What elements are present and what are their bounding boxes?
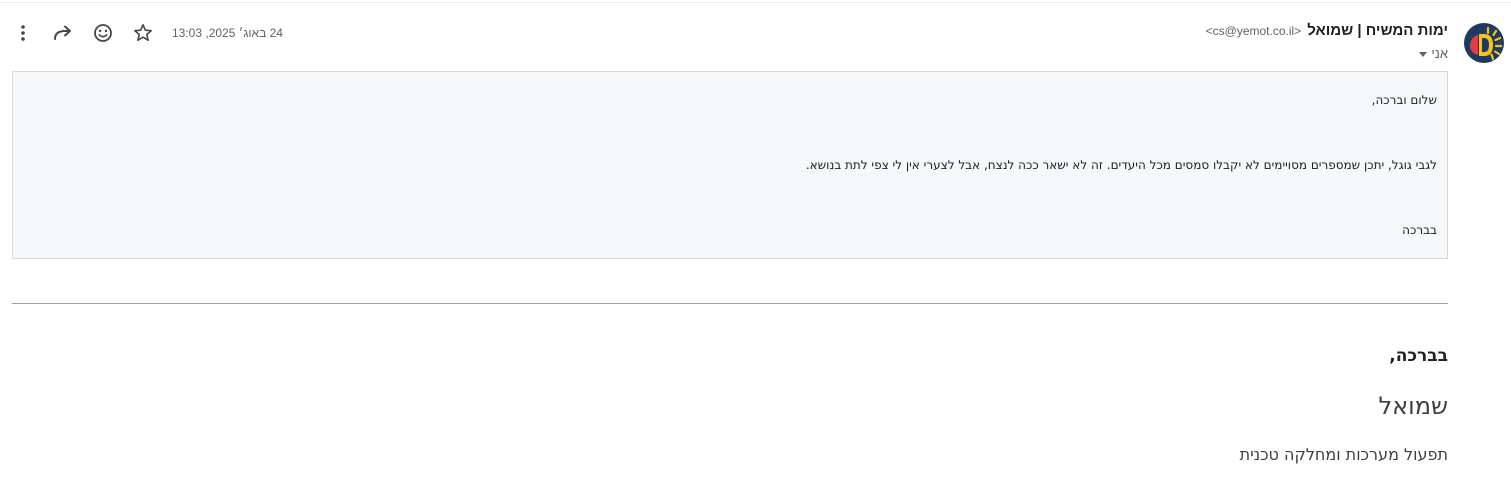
quote-body: לגבי גוגל, יתכן שמספרים מסויימים לא יקבל… (805, 158, 1437, 172)
sender-name: ימות המשיח | שמואל (1307, 22, 1448, 39)
quote-greeting: שלום וברכה, (1371, 93, 1437, 107)
sender-line: ימות המשיח | שמואל <cs@yemot.co.il> (1206, 22, 1448, 44)
top-divider (0, 2, 1511, 3)
email-message-view: 24 באוג׳ 2025, 13:03 ימות המשיח | שמואל … (0, 0, 1511, 484)
message-date: 24 באוג׳ 2025, 13:03 (172, 26, 283, 40)
forward-button[interactable] (48, 18, 78, 48)
sender-email: <cs@yemot.co.il> (1205, 24, 1302, 38)
signature-closing: בברכה, (1389, 346, 1448, 366)
avatar[interactable] (1464, 23, 1504, 63)
signature-title: תפעול מערכות ומחלקה טכנית (1239, 445, 1448, 464)
forward-icon (52, 22, 74, 44)
emoji-icon (92, 22, 114, 44)
quote-closing: בברכה (1402, 223, 1437, 237)
more-vert-icon (13, 23, 33, 43)
more-options-button[interactable] (8, 18, 38, 48)
quoted-message: שלום וברכה, לגבי גוגל, יתכן שמספרים מסוי… (12, 71, 1448, 259)
star-button[interactable] (128, 18, 158, 48)
signature-divider (12, 303, 1448, 304)
signature-name: שמואל (1378, 392, 1448, 420)
add-reaction-button[interactable] (88, 18, 118, 48)
message-toolbar: 24 באוג׳ 2025, 13:03 (8, 18, 283, 48)
recipient-details-toggle[interactable]: אני (1419, 44, 1448, 62)
star-icon (132, 22, 154, 44)
recipient-label: אני (1431, 45, 1448, 61)
chevron-down-icon (1419, 51, 1428, 57)
